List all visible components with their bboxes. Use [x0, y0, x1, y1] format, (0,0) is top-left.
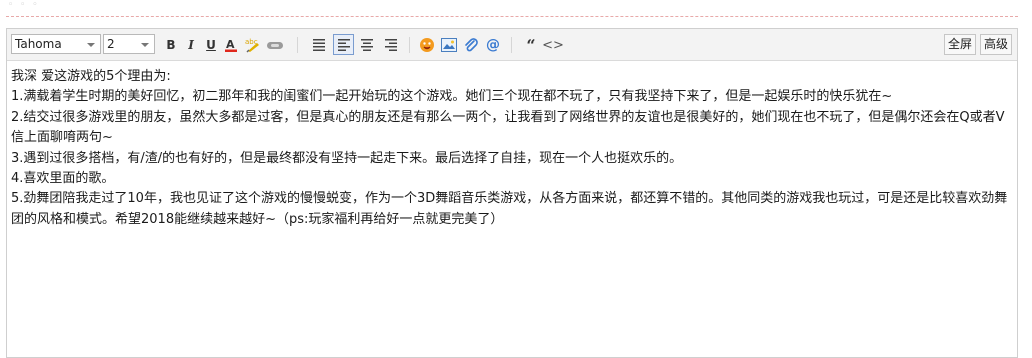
at-icon[interactable]: @ — [483, 35, 503, 55]
advanced-button[interactable]: 高级 — [980, 34, 1013, 55]
align-left-icon[interactable] — [333, 34, 354, 55]
link-icon[interactable] — [265, 35, 285, 55]
quote-icon[interactable]: “ — [521, 35, 541, 55]
content-line: 5.劲舞团陪我走过了10年，我也见证了这个游戏的慢慢蜕变，作为一个3D舞蹈音乐类… — [11, 191, 1008, 227]
font-family-select[interactable]: Tahoma — [11, 34, 101, 54]
bold-icon[interactable]: B — [161, 35, 181, 55]
font-family-value: Tahoma — [15, 37, 62, 51]
italic-icon[interactable]: I — [181, 35, 201, 55]
code-icon[interactable]: <> — [542, 35, 564, 55]
emoji-icon[interactable] — [417, 35, 437, 55]
rich-text-editor: Tahoma 2 B I U A abc @ “ <> 全屏 高级 我深 爱这游… — [6, 28, 1018, 358]
content-line: 我深 爱这游戏的5个理由为: — [11, 69, 171, 84]
toolbar-separator — [409, 37, 410, 53]
fullscreen-button[interactable]: 全屏 — [944, 34, 977, 55]
toolbar-separator — [297, 37, 298, 53]
toolbar-separator — [511, 37, 512, 53]
content-line: 2.结交过很多游戏里的朋友，虽然大多都是过客，但是真心的朋友还是有那么一两个，让… — [11, 109, 1005, 146]
image-icon[interactable] — [439, 35, 459, 55]
align-right-icon[interactable] — [381, 35, 401, 55]
content-line: 4.喜欢里面的歌。 — [11, 171, 115, 187]
attachment-icon[interactable] — [461, 35, 481, 55]
content-line: 3.遇到过很多搭档，有/渣/的也有好的，但是最终都没有坚持一起走下来。最后选择了… — [11, 150, 683, 166]
align-center-icon[interactable] — [357, 35, 377, 55]
font-color-icon[interactable]: A — [221, 35, 241, 55]
editor-toolbar: Tahoma 2 B I U A abc @ “ <> 全屏 高级 — [7, 29, 1017, 61]
chevron-down-icon — [141, 43, 149, 47]
chevron-down-icon — [87, 43, 95, 47]
partial-icons-row: ◦ ◦ ◦ — [8, 0, 40, 10]
font-size-value: 2 — [107, 37, 115, 51]
svg-text:A: A — [226, 38, 235, 51]
font-size-select[interactable]: 2 — [103, 34, 155, 54]
top-strip: ◦ ◦ ◦ — [0, 0, 1032, 18]
page-scrollbar[interactable] — [1018, 0, 1032, 347]
justify-icon[interactable] — [309, 35, 329, 55]
editor-content[interactable]: 我深 爱这游戏的5个理由为: 1.满载着学生时期的美好回忆，初二那年和我的闺蜜们… — [11, 67, 1015, 230]
content-line: 1.满载着学生时期的美好回忆，初二那年和我的闺蜜们一起开始玩的这个游戏。她们三个… — [11, 89, 893, 105]
underline-icon[interactable]: U — [201, 35, 221, 55]
dashed-divider — [6, 16, 1018, 17]
highlight-icon[interactable]: abc — [243, 35, 263, 55]
